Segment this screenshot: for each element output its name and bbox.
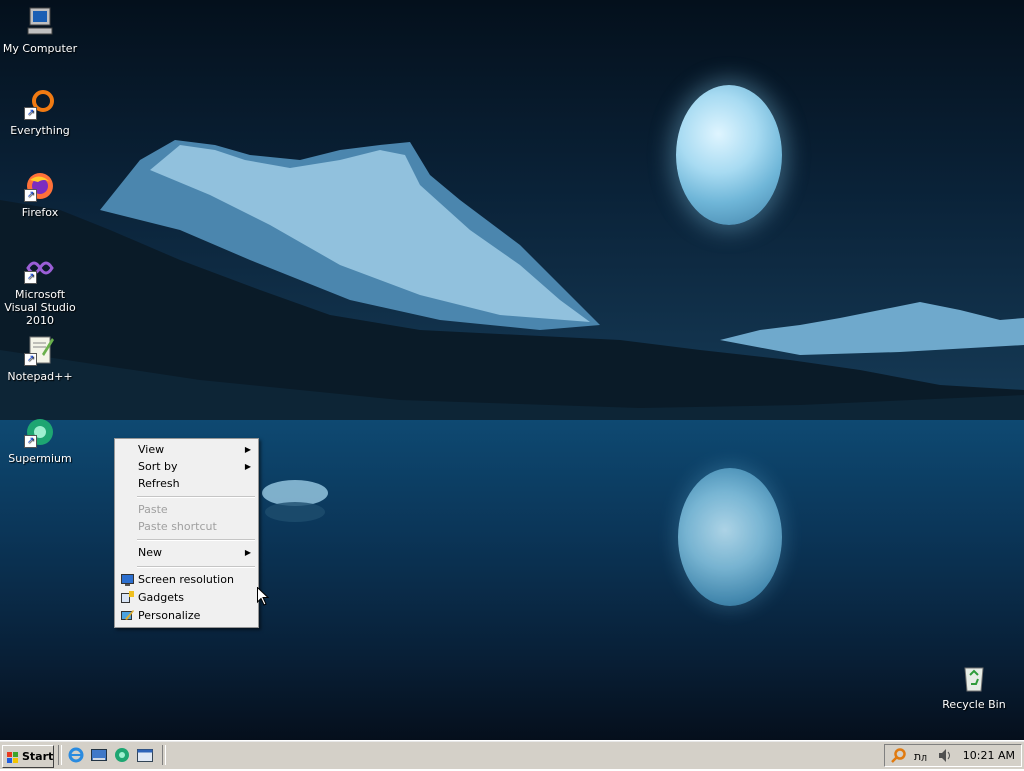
everything-search-icon: ↗ xyxy=(24,88,56,120)
menu-separator xyxy=(137,539,255,541)
desktop-icon-label: Supermium xyxy=(8,452,72,465)
supermium-icon[interactable] xyxy=(114,747,130,763)
start-button[interactable]: Start xyxy=(2,745,54,768)
taskbar-clock[interactable]: 10:21 AM xyxy=(963,745,1015,766)
show-desktop-icon[interactable] xyxy=(91,747,107,763)
supermium-icon: ↗ xyxy=(24,416,56,448)
windows-explorer-icon[interactable] xyxy=(137,747,153,763)
desktop-icon-label: Firefox xyxy=(21,206,59,219)
menu-item-paste[interactable]: Paste xyxy=(117,501,256,519)
menu-item-sort-by[interactable]: Sort by ▶ xyxy=(117,458,256,476)
taskbar-grip[interactable] xyxy=(162,745,166,765)
mouse-pointer-icon xyxy=(257,586,270,609)
internet-explorer-icon[interactable] xyxy=(68,747,84,763)
desktop-icon-supermium[interactable]: ↗ Supermium xyxy=(0,416,80,465)
visual-studio-icon: ↗ xyxy=(24,252,56,284)
mountain-landscape xyxy=(0,140,1024,522)
menu-item-gadgets[interactable]: Gadgets xyxy=(117,589,256,607)
computer-icon xyxy=(24,6,56,38)
shortcut-arrow-icon: ↗ xyxy=(24,189,37,202)
desktop-icon-everything[interactable]: ↗ Everything xyxy=(0,88,80,137)
search-icon[interactable] xyxy=(891,748,906,763)
system-tray: תЛ 10:21 AM xyxy=(884,744,1022,767)
menu-separator xyxy=(137,496,255,498)
submenu-arrow-icon: ▶ xyxy=(244,462,251,471)
windows-logo-icon xyxy=(7,750,19,763)
desktop-icon-label: Everything xyxy=(10,124,70,137)
shortcut-arrow-icon: ↗ xyxy=(24,271,37,284)
shortcut-arrow-icon: ↗ xyxy=(24,353,37,366)
desktop-icon-visual-studio[interactable]: ↗ Microsoft Visual Studio 2010 xyxy=(0,252,80,327)
gadgets-icon xyxy=(121,591,134,604)
menu-item-new[interactable]: New ▶ xyxy=(117,544,256,562)
firefox-icon: ↗ xyxy=(24,170,56,202)
submenu-arrow-icon: ▶ xyxy=(244,548,251,557)
personalize-icon xyxy=(121,609,134,622)
desktop-icon-label: Notepad++ xyxy=(7,370,73,383)
menu-item-screen-resolution[interactable]: Screen resolution xyxy=(117,571,256,589)
desktop-icon-recycle-bin[interactable]: Recycle Bin xyxy=(934,662,1014,711)
submenu-arrow-icon: ▶ xyxy=(244,445,251,454)
desktop-icon-firefox[interactable]: ↗ Firefox xyxy=(0,170,80,219)
shortcut-arrow-icon: ↗ xyxy=(24,107,37,120)
taskbar-grip[interactable] xyxy=(58,745,62,765)
moon-reflection xyxy=(678,468,782,606)
menu-item-view[interactable]: View ▶ xyxy=(117,441,256,459)
language-icon[interactable]: תЛ xyxy=(914,748,929,763)
svg-text:Л: Л xyxy=(921,754,927,763)
moon xyxy=(676,85,782,225)
desktop-icon-label: Microsoft Visual Studio 2010 xyxy=(4,288,76,327)
desktop-icon-label: Recycle Bin xyxy=(942,698,1006,711)
menu-item-refresh[interactable]: Refresh xyxy=(117,475,256,493)
desktop-icon-label: My Computer xyxy=(2,42,78,55)
taskbar: Start תЛ 10:21 AM xyxy=(0,740,1024,769)
volume-icon[interactable] xyxy=(938,748,953,763)
menu-item-paste-shortcut[interactable]: Paste shortcut xyxy=(117,518,256,536)
desktop-icon-my-computer[interactable]: My Computer xyxy=(0,6,80,55)
notepad-plus-plus-icon: ↗ xyxy=(24,334,56,366)
shortcut-arrow-icon: ↗ xyxy=(24,435,37,448)
recycle-bin-icon xyxy=(958,662,990,694)
screen-resolution-icon xyxy=(121,573,134,586)
desktop-icon-notepad-plus-plus[interactable]: ↗ Notepad++ xyxy=(0,334,80,383)
menu-item-personalize[interactable]: Personalize xyxy=(117,607,256,625)
desktop-background[interactable]: My Computer ↗ Everything ↗ Firefox ↗ Mic… xyxy=(0,0,1024,740)
desktop-context-menu: View ▶ Sort by ▶ Refresh Paste Paste sho… xyxy=(114,438,259,628)
menu-separator xyxy=(137,566,255,568)
